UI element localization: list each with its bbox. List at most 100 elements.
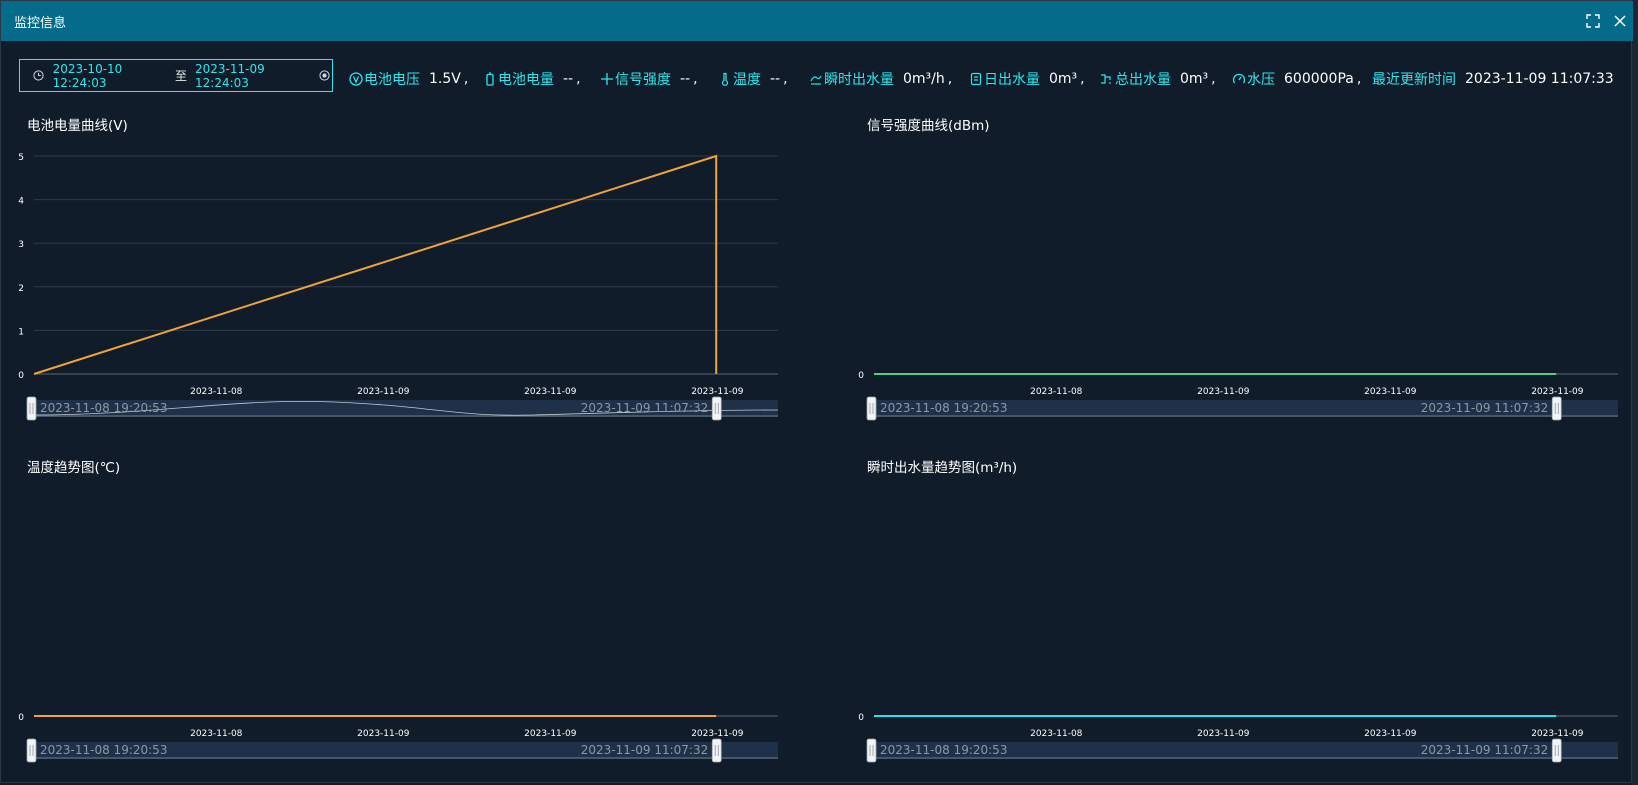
instant-flow-chart: 0 2023-11-08 2023-11-09 2023-11-09 2023-11-0… — [858, 713, 1618, 763]
x-tick-label: 2023-11-09 — [357, 387, 410, 397]
x-tick-label: 2023-11-09 — [691, 387, 744, 397]
x-tick-label: 2023-11-09 — [1197, 387, 1250, 397]
zoom-handle-start[interactable] — [26, 738, 37, 763]
instant-flow-stat: 瞬时出水量 0m³/h , — [809, 69, 952, 89]
x-tick-label: 2023-11-09 — [691, 729, 744, 739]
x-tick-label: 2023-11-09 — [1197, 729, 1250, 739]
zoom-handle-end[interactable] — [711, 396, 722, 421]
x-tick-label: 2023-11-09 — [1531, 729, 1584, 739]
daily-flow-stat: 日出水量 0m³ , — [969, 69, 1085, 89]
separator-comma: , — [783, 71, 788, 87]
total-flow-value: 0m³ — [1180, 71, 1209, 87]
pressure-label: 水压 — [1247, 72, 1275, 88]
zoom-handle-end[interactable] — [711, 738, 722, 763]
last-update-stat: 最近更新时间 2023-11-09 11:07:33 — [1372, 69, 1614, 89]
battery-icon — [483, 72, 497, 86]
zoom-end-label: 2023-11-09 11:07:32 — [581, 743, 708, 757]
pressure-value: 600000Pa — [1284, 71, 1354, 87]
x-tick-label: 2023-11-09 — [1364, 387, 1417, 397]
flow-icon — [809, 72, 823, 86]
temperature-label: 温度 — [733, 72, 761, 88]
date-start[interactable]: 2023-10-10 12:24:03 — [53, 62, 167, 90]
daily-flow-value: 0m³ — [1049, 71, 1078, 87]
separator-comma: , — [576, 71, 581, 87]
background-strip — [1632, 0, 1638, 785]
temperature-value: -- — [770, 71, 781, 87]
fullscreen-icon[interactable] — [1583, 11, 1603, 31]
water-meter-icon — [969, 72, 983, 86]
zoom-handle-end[interactable] — [1551, 396, 1562, 421]
monitor-dialog: 监控信息 2023-10-10 12:24:03 至 2023-11-09 12… — [0, 0, 1633, 783]
last-update-label: 最近更新时间 — [1372, 72, 1456, 88]
battery-voltage-label: 电池电压 — [364, 72, 420, 88]
daily-flow-label: 日出水量 — [984, 72, 1040, 88]
battery-level-stat: 电池电量 -- , — [483, 69, 581, 89]
clear-icon[interactable] — [318, 69, 331, 83]
zoom-end-label: 2023-11-09 11:07:32 — [1421, 743, 1548, 757]
separator-comma: , — [1211, 71, 1216, 87]
battery-level-label: 电池电量 — [498, 72, 554, 88]
thermometer-icon — [718, 72, 732, 86]
zoom-handle-start[interactable] — [26, 396, 37, 421]
x-tick-label: 2023-11-08 — [190, 387, 243, 397]
battery-voltage-chart: 0 1 2 3 4 5 2023-11-08 2023-11-09 2023-11-09 2023… — [18, 153, 779, 421]
separator-comma: , — [1080, 71, 1085, 87]
y-tick-label: 0 — [858, 371, 864, 381]
y-tick-label: 0 — [18, 713, 24, 723]
zoom-start-label: 2023-11-08 19:20:53 — [40, 401, 167, 415]
y-tick-label: 2 — [18, 284, 24, 294]
signal-icon — [600, 72, 614, 86]
close-icon[interactable] — [1610, 11, 1630, 31]
zoom-handle-end[interactable] — [1551, 738, 1562, 763]
y-tick-label: 3 — [18, 240, 24, 250]
dialog-titlebar: 监控信息 — [1, 1, 1633, 41]
date-separator: 至 — [174, 69, 187, 83]
date-end[interactable]: 2023-11-09 12:24:03 — [195, 62, 309, 90]
zoom-start-label: 2023-11-08 19:20:53 — [880, 401, 1007, 415]
y-tick-label: 1 — [18, 327, 24, 337]
zoom-start-label: 2023-11-08 19:20:53 — [40, 743, 167, 757]
battery-level-value: -- — [563, 71, 574, 87]
separator-comma: , — [1356, 71, 1362, 87]
signal-label: 信号强度 — [615, 72, 671, 88]
last-update-value: 2023-11-09 11:07:33 — [1465, 71, 1614, 87]
instant-flow-value: 0m³/h — [903, 71, 945, 87]
date-range-picker[interactable]: 2023-10-10 12:24:03 至 2023-11-09 12:24:0… — [19, 59, 333, 92]
x-tick-label: 2023-11-09 — [524, 387, 577, 397]
y-tick-label: 0 — [18, 371, 24, 381]
y-tick-label: 4 — [18, 197, 24, 207]
battery-voltage-stat: 电池电压 1.5V , — [349, 69, 468, 89]
zoom-end-label: 2023-11-09 11:07:32 — [1421, 401, 1548, 415]
temperature-stat: 温度 -- , — [718, 69, 788, 89]
zoom-end-label: 2023-11-09 11:07:32 — [581, 401, 708, 415]
y-tick-label: 5 — [18, 153, 24, 163]
zoom-handle-start[interactable] — [866, 396, 877, 421]
signal-stat: 信号强度 -- , — [600, 69, 698, 89]
separator-comma: , — [463, 71, 469, 87]
clock-icon — [32, 69, 45, 83]
x-tick-label: 2023-11-09 — [1364, 729, 1417, 739]
temperature-chart: 0 2023-11-08 2023-11-09 2023-11-09 2023-11-0… — [18, 713, 778, 763]
voltage-icon — [349, 72, 363, 86]
zoom-start-label: 2023-11-08 19:20:53 — [880, 743, 1007, 757]
total-flow-stat: 总出水量 0m³ , — [1100, 69, 1216, 89]
battery-voltage-value: 1.5V — [429, 71, 461, 87]
dialog-title: 监控信息 — [14, 16, 67, 31]
x-tick-label: 2023-11-08 — [1030, 387, 1083, 397]
x-tick-label: 2023-11-09 — [357, 729, 410, 739]
gauge-icon — [1232, 72, 1246, 86]
signal-value: -- — [680, 71, 691, 87]
series-line — [33, 154, 718, 375]
signal-strength-chart: 0 2023-11-08 2023-11-09 2023-11-09 2023-11-0… — [858, 371, 1618, 421]
separator-comma: , — [947, 71, 953, 87]
total-flow-label: 总出水量 — [1115, 72, 1171, 88]
x-tick-label: 2023-11-08 — [1030, 729, 1083, 739]
x-tick-label: 2023-11-08 — [190, 729, 243, 739]
y-tick-label: 0 — [858, 713, 864, 723]
pressure-stat: 水压 600000Pa , — [1232, 69, 1361, 89]
x-tick-label: 2023-11-09 — [524, 729, 577, 739]
separator-comma: , — [693, 71, 698, 87]
zoom-handle-start[interactable] — [866, 738, 877, 763]
x-tick-label: 2023-11-09 — [1531, 387, 1584, 397]
tap-icon — [1100, 72, 1114, 86]
